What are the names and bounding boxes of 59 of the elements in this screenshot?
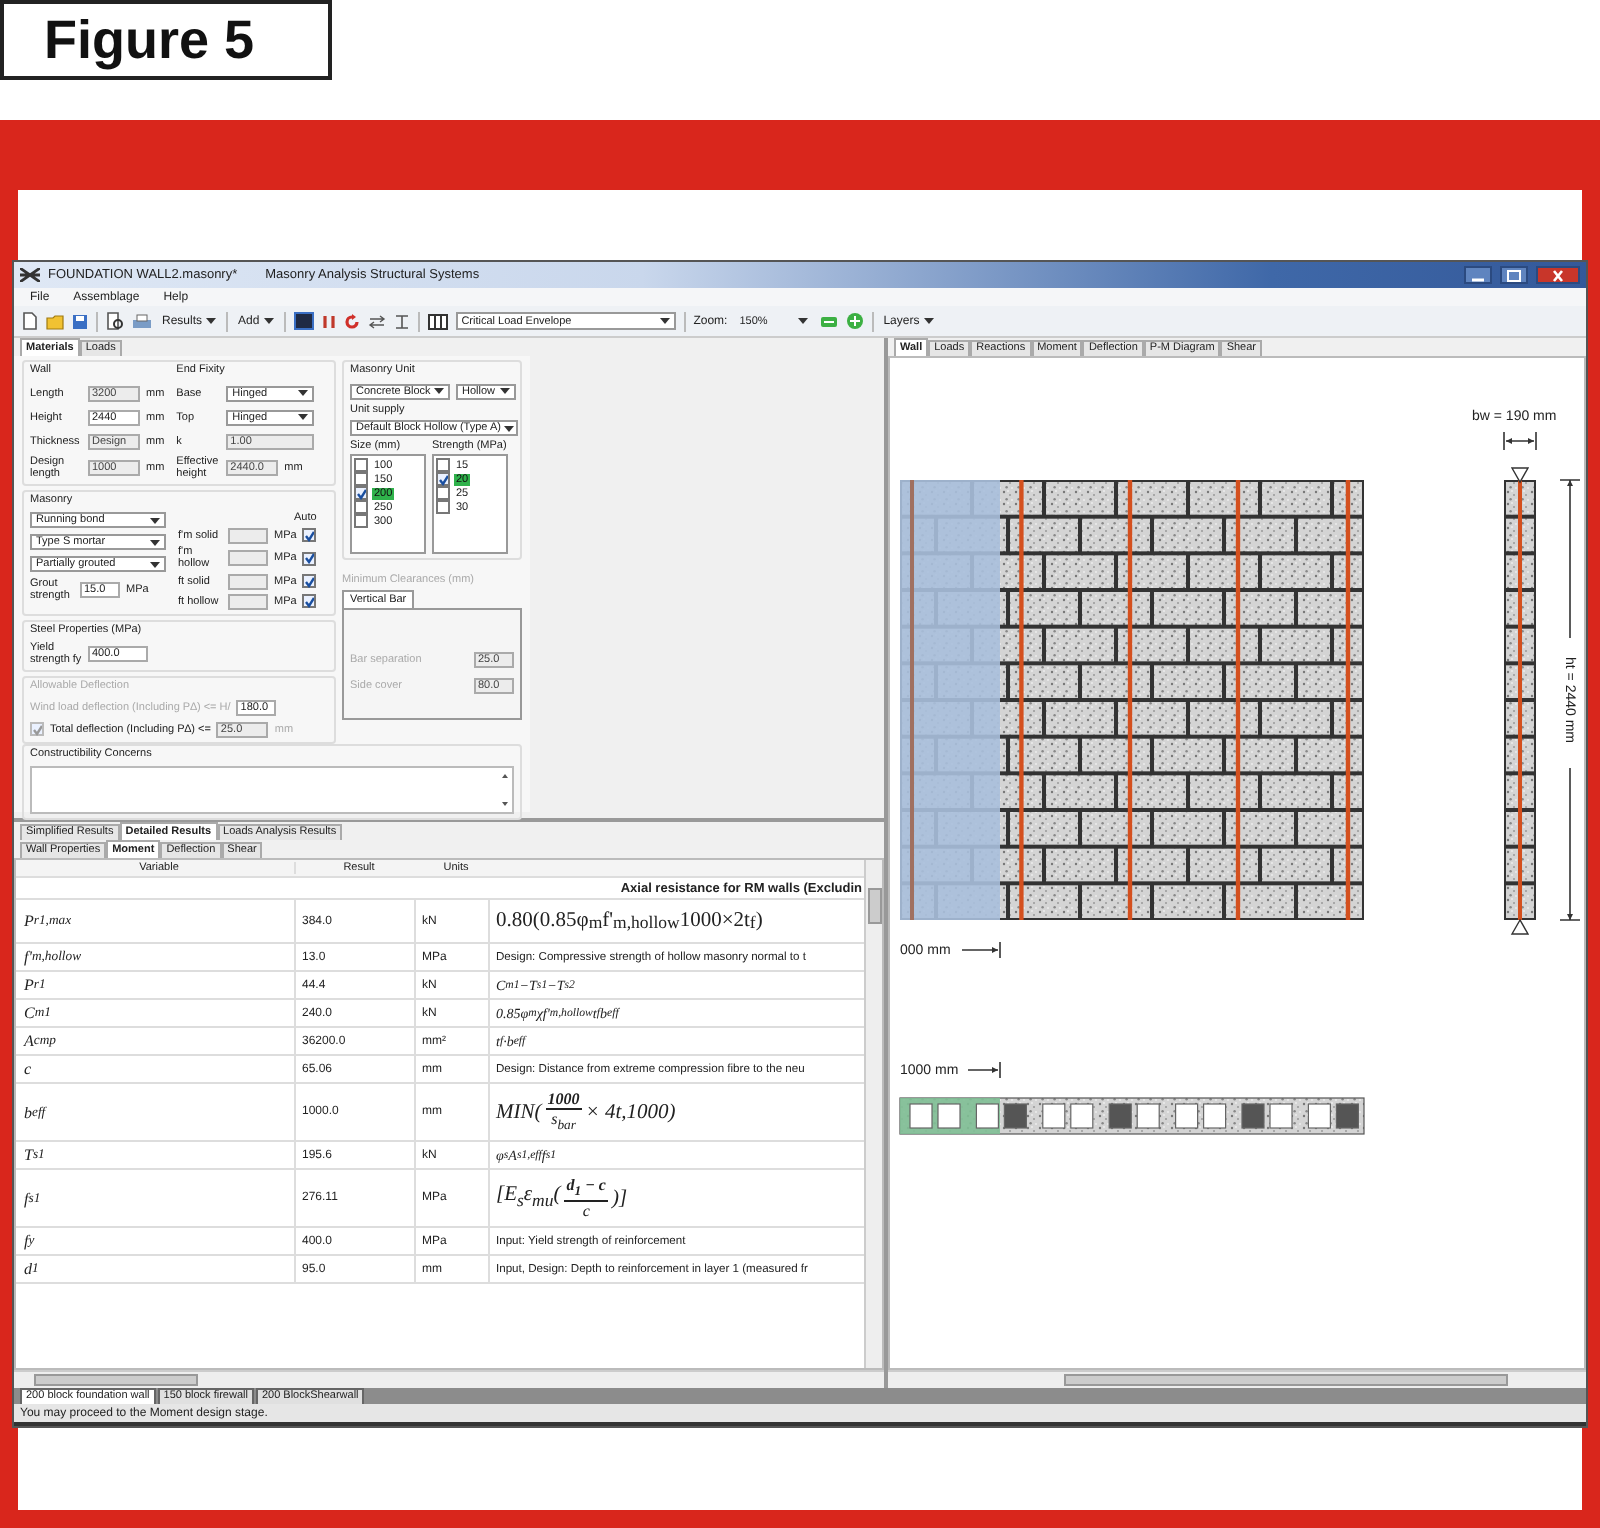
minimize-button[interactable]	[1464, 266, 1492, 284]
scroll-bar-icon[interactable]	[500, 770, 510, 810]
bars-icon[interactable]	[321, 313, 336, 329]
folder-icon[interactable]	[46, 313, 64, 329]
caret-icon	[150, 561, 160, 567]
figure-label: Figure 5	[0, 0, 332, 80]
checkbox[interactable]	[436, 486, 450, 500]
print-preview-icon[interactable]	[106, 312, 124, 330]
table-cell: c	[16, 1056, 296, 1082]
align-icon[interactable]	[393, 313, 410, 329]
checkbox[interactable]	[436, 500, 450, 514]
zoom-out-icon[interactable]	[819, 315, 838, 327]
close-icon	[1550, 269, 1566, 281]
horizontal-scrollbar[interactable]	[14, 1370, 884, 1388]
input-field[interactable]	[228, 573, 268, 589]
caret-icon	[499, 388, 510, 394]
checkbox[interactable]	[302, 528, 317, 542]
horizontal-scrollbar[interactable]	[888, 1370, 1586, 1388]
width-dimension-arrow	[1503, 431, 1537, 451]
checkbox[interactable]	[302, 574, 317, 588]
columns-icon[interactable]	[427, 313, 448, 329]
zoom-in-icon[interactable]	[845, 312, 864, 330]
new-file-icon[interactable]	[22, 312, 38, 330]
save-icon[interactable]	[72, 313, 88, 329]
caret-icon	[150, 517, 160, 523]
checkbox[interactable]	[354, 486, 368, 500]
caret-icon	[298, 390, 309, 396]
caret-icon	[923, 318, 934, 324]
caret-icon	[150, 539, 160, 545]
checkbox[interactable]	[354, 472, 368, 486]
caret-icon	[434, 388, 445, 394]
refresh-icon[interactable]	[343, 313, 360, 329]
dimension-arrow	[967, 1061, 1001, 1079]
maximize-icon	[1506, 269, 1522, 281]
vertical-scrollbar[interactable]	[864, 860, 882, 1368]
caret-icon	[298, 414, 309, 420]
caret-icon	[263, 318, 274, 324]
caret-icon	[797, 318, 808, 324]
checkbox[interactable]	[302, 594, 317, 608]
dimension-arrow	[961, 941, 1001, 959]
checkbox[interactable]	[354, 514, 368, 528]
input-field[interactable]	[228, 550, 268, 566]
wall-view-icon[interactable]	[293, 312, 314, 330]
input-field[interactable]	[228, 527, 268, 543]
checkbox[interactable]	[436, 472, 450, 486]
swap-arrows-icon[interactable]	[367, 313, 386, 329]
checkbox[interactable]	[354, 500, 368, 514]
input-field[interactable]	[228, 593, 268, 609]
checkbox[interactable]	[302, 551, 317, 565]
close-button[interactable]	[1536, 266, 1580, 284]
caret-icon	[206, 318, 217, 324]
print-icon[interactable]	[132, 313, 152, 329]
app-logo-icon	[20, 268, 40, 282]
caret-icon	[659, 318, 670, 324]
maximize-button[interactable]	[1500, 266, 1528, 284]
caret-icon	[504, 425, 515, 431]
checkbox[interactable]	[30, 722, 44, 736]
checkbox[interactable]	[354, 458, 368, 472]
checkbox[interactable]	[436, 458, 450, 472]
